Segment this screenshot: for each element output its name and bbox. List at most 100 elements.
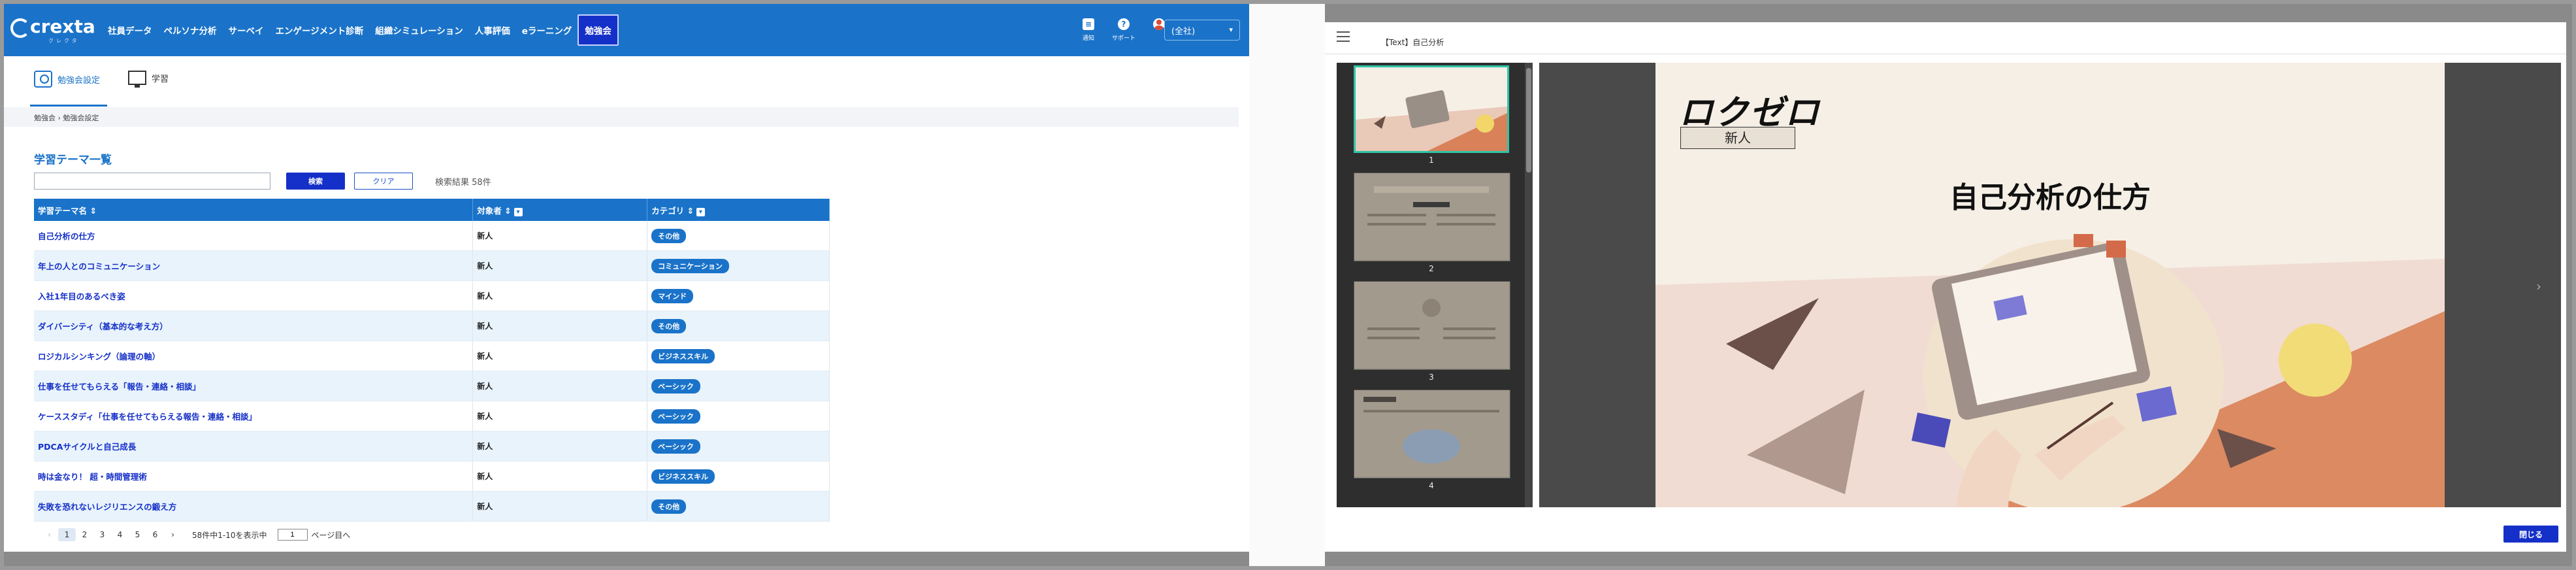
- sub-tabs: 勉強会設定 学習: [4, 56, 1239, 108]
- theme-link[interactable]: 入社1年目のあるべき姿: [38, 292, 125, 301]
- logo-subtext: クレクタ: [48, 38, 80, 44]
- organization-select[interactable]: (全社) ▾: [1164, 20, 1240, 41]
- table-row[interactable]: 時は金なり！ 超・時間管理術 新人 ビジネススキル: [34, 461, 830, 492]
- page-4[interactable]: 4: [111, 530, 129, 539]
- theme-link[interactable]: 自己分析の仕方: [38, 231, 95, 241]
- page-title: 学習テーマ一覧: [34, 154, 112, 167]
- theme-link[interactable]: ケーススタディ「仕事を任せてもらえる報告・連絡・相談」: [38, 412, 257, 422]
- nav-hr-evaluation[interactable]: 人事評価: [469, 14, 516, 46]
- admin-app: crexta クレクタ 社員データ ペルソナ分析 サーベイ エンゲージメント診断…: [4, 4, 1249, 552]
- category-badge: マインド: [651, 288, 694, 303]
- target-cell: 新人: [477, 352, 493, 361]
- thumbnail-slide-3[interactable]: [1354, 281, 1510, 370]
- category-badge: ベーシック: [651, 409, 700, 424]
- table-row[interactable]: ケーススタディ「仕事を任せてもらえる報告・連絡・相談」 新人 ベーシック: [34, 401, 830, 431]
- table-row[interactable]: 自己分析の仕方 新人 その他: [34, 221, 830, 251]
- nav-survey[interactable]: サーベイ: [223, 14, 270, 46]
- target-cell: 新人: [477, 472, 493, 481]
- window-gap: [1249, 0, 1325, 570]
- breadcrumb-bar: 勉強会 › 勉強会設定: [4, 107, 1239, 127]
- page-jump-label: ページ目へ: [311, 530, 351, 540]
- theme-link[interactable]: 年上の人とのコミュニケーション: [38, 261, 160, 271]
- material-viewer: 【Text】自己分析 1 2 3 4 ロクゼロ 新人 自己分析の仕方 › 閉じる: [1325, 22, 2566, 552]
- table-row[interactable]: 失敗を恐れないレジリエンスの鍛え方 新人 その他: [34, 491, 830, 522]
- header-target[interactable]: 対象者 ⇕ ▾: [472, 199, 648, 221]
- page-1[interactable]: 1: [58, 528, 76, 541]
- target-cell: 新人: [477, 502, 493, 511]
- nav-elearning[interactable]: eラーニング: [516, 14, 578, 46]
- thumbnail-slide-2[interactable]: [1354, 173, 1510, 261]
- thumbnail-scrollbar[interactable]: [1525, 63, 1533, 507]
- top-navigation-bar: crexta クレクタ 社員データ ペルソナ分析 サーベイ エンゲージメント診断…: [4, 4, 1249, 56]
- slide-target-tag: 新人: [1680, 127, 1795, 149]
- theme-link[interactable]: 時は金なり！ 超・時間管理術: [38, 472, 147, 482]
- nav-org-simulation[interactable]: 組織シミュレーション: [369, 14, 468, 46]
- chat-icon: ≡: [1083, 18, 1094, 30]
- scrollbar-thumb[interactable]: [1526, 68, 1531, 173]
- close-button[interactable]: 閉じる: [2503, 526, 2558, 543]
- thumbnail-number: 1: [1429, 156, 1434, 165]
- breadcrumb: 勉強会 › 勉強会設定: [34, 114, 99, 122]
- theme-table: 学習テーマ名 ⇕ 対象者 ⇕ ▾ カテゴリ ⇕ ▾ 自己分析の仕方 新人 その他 年…: [34, 199, 830, 522]
- crexta-logo[interactable]: crexta クレクタ: [10, 16, 102, 44]
- table-row[interactable]: 年上の人とのコミュニケーション 新人 コミュニケーション: [34, 250, 830, 281]
- header-theme-name[interactable]: 学習テーマ名 ⇕: [34, 199, 474, 221]
- page-6[interactable]: 6: [146, 530, 164, 539]
- target-cell: 新人: [477, 382, 493, 391]
- category-badge: コミュニケーション: [651, 258, 729, 273]
- clear-button[interactable]: クリア: [354, 173, 413, 190]
- thumbnail-image: [1356, 67, 1507, 151]
- search-input[interactable]: [34, 173, 270, 190]
- target-cell: 新人: [477, 442, 493, 451]
- logo-text: crexta: [30, 16, 95, 37]
- prev-page-button[interactable]: ‹: [41, 530, 58, 539]
- thumbnail-slide-4[interactable]: [1354, 390, 1510, 478]
- pagination: ‹ 1 2 3 4 5 6 › 58件中1-10を表示中 ページ目へ: [41, 528, 350, 541]
- sort-icon[interactable]: ▾: [514, 207, 523, 216]
- theme-link[interactable]: ダイバーシティ（基本的な考え方）: [38, 322, 168, 331]
- menu-icon[interactable]: [1337, 31, 1350, 42]
- page-3[interactable]: 3: [93, 530, 111, 539]
- tab-study-settings-label: 勉強会設定: [57, 75, 101, 86]
- thumbnail-slide-1[interactable]: [1354, 65, 1509, 153]
- main-nav: 社員データ ペルソナ分析 サーベイ エンゲージメント診断 組織シミュレーション …: [102, 4, 619, 56]
- nav-engagement[interactable]: エンゲージメント診断: [270, 14, 370, 46]
- next-slide-icon[interactable]: ›: [2536, 278, 2541, 294]
- nav-persona-analysis[interactable]: ペルソナ分析: [158, 14, 223, 46]
- header-icons: ≡ 通知 ? サポート: [1075, 16, 1172, 47]
- avatar-icon: [1153, 18, 1165, 30]
- notification-button[interactable]: ≡ 通知: [1075, 16, 1101, 47]
- notification-label: 通知: [1082, 35, 1094, 42]
- page-2[interactable]: 2: [76, 530, 93, 539]
- search-button[interactable]: 検索: [286, 173, 345, 190]
- active-tab-indicator: [30, 105, 107, 107]
- table-row[interactable]: 入社1年目のあるべき姿 新人 マインド: [34, 280, 830, 311]
- thumbnail-image: [1354, 282, 1508, 368]
- table-row[interactable]: 仕事を任せてもらえる「報告・連絡・相談」 新人 ベーシック: [34, 371, 830, 401]
- theme-link[interactable]: ロジカルシンキング（論理の軸）: [38, 352, 160, 361]
- page-jump-input[interactable]: [277, 529, 308, 541]
- screen: crexta クレクタ 社員データ ペルソナ分析 サーベイ エンゲージメント診断…: [0, 0, 2576, 570]
- page-5[interactable]: 5: [129, 530, 146, 539]
- category-badge: ビジネススキル: [651, 469, 715, 484]
- header-category[interactable]: カテゴリ ⇕ ▾: [647, 199, 830, 221]
- viewer-header: 【Text】自己分析: [1325, 22, 2566, 54]
- nav-study-group[interactable]: 勉強会: [578, 14, 619, 46]
- sort-icon[interactable]: ▾: [696, 207, 705, 216]
- table-row[interactable]: ダイバーシティ（基本的な考え方） 新人 その他: [34, 310, 830, 341]
- theme-link[interactable]: 仕事を任せてもらえる「報告・連絡・相談」: [38, 382, 201, 392]
- tab-study-settings[interactable]: 勉強会設定: [34, 71, 100, 88]
- table-row[interactable]: ロジカルシンキング（論理の軸） 新人 ビジネススキル: [34, 341, 830, 371]
- support-button[interactable]: ? サポート: [1111, 16, 1137, 47]
- next-page-button[interactable]: ›: [164, 530, 182, 539]
- theme-link[interactable]: PDCAサイクルと自己成長: [38, 442, 136, 452]
- table-row[interactable]: PDCAサイクルと自己成長 新人 ベーシック: [34, 431, 830, 461]
- tab-learning[interactable]: 学習: [128, 71, 169, 88]
- logo-mark-icon: [10, 18, 30, 38]
- header-category-label: カテゴリ ⇕: [651, 205, 694, 216]
- category-badge: その他: [651, 499, 687, 514]
- nav-employee-data[interactable]: 社員データ: [102, 14, 158, 46]
- theme-link[interactable]: 失敗を恐れないレジリエンスの鍛え方: [38, 502, 176, 512]
- study-settings-icon: [34, 71, 52, 88]
- monitor-icon: [128, 71, 146, 88]
